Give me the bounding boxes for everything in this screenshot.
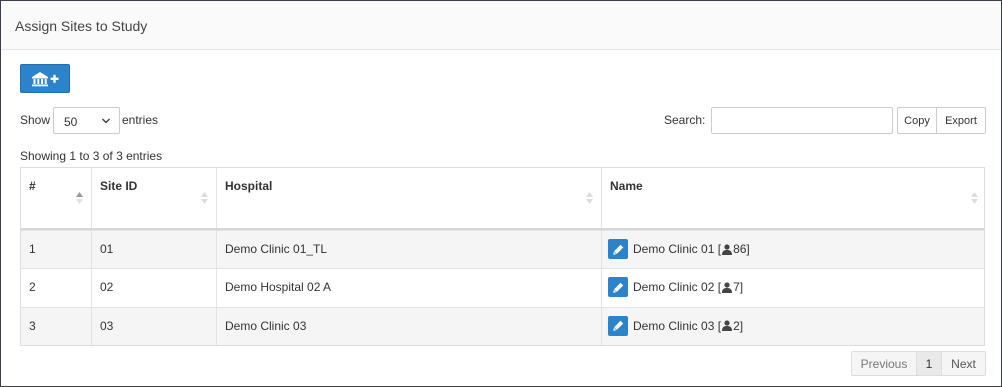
bank-plus-icon <box>32 71 59 86</box>
column-label: Name <box>610 179 643 193</box>
cell-text: 01 <box>100 242 114 256</box>
user-icon <box>722 243 733 255</box>
cell-name: Demo Clinic 03 [2] <box>602 308 986 345</box>
entries-label: entries <box>122 113 159 127</box>
cell-text: 02 <box>100 280 114 295</box>
table-header: # Site ID Hospital Name <box>21 168 984 230</box>
cell-name: Demo Clinic 02 [7] <box>602 269 986 306</box>
panel-header: Assign Sites to Study <box>1 1 1001 50</box>
search-input[interactable] <box>711 107 893 134</box>
user-icon <box>722 282 733 293</box>
user-count: 7] <box>733 280 744 295</box>
pencil-icon <box>612 320 623 331</box>
site-name: Demo Clinic 01 <box>633 242 715 256</box>
cell-hospital: Demo Clinic 03 <box>217 307 602 345</box>
sites-table: # Site ID Hospital Name 1 01 Demo Clinic… <box>20 167 985 346</box>
search-label: Search: <box>664 113 706 127</box>
export-button[interactable]: Export <box>936 107 986 134</box>
cell-number: 1 <box>21 231 92 269</box>
column-header-name[interactable]: Name <box>602 168 986 228</box>
panel-title: Assign Sites to Study <box>15 18 148 34</box>
sort-ascending-icon <box>76 192 83 204</box>
bracket-open: [ <box>717 280 722 295</box>
page-1-button[interactable]: 1 <box>916 351 942 376</box>
edit-button[interactable] <box>608 277 628 298</box>
entries-selected-value: 50 <box>64 115 78 129</box>
column-header-site-id[interactable]: Site ID <box>92 168 217 228</box>
column-header-number[interactable]: # <box>21 168 92 228</box>
cell-hospital: Demo Hospital 02 A <box>217 269 602 307</box>
table-row: 2 02 Demo Hospital 02 A Demo Clinic 02 [… <box>21 268 986 307</box>
cell-text: 1 <box>29 242 36 256</box>
cell-site-id: 01 <box>92 231 217 269</box>
column-label: Site ID <box>100 179 138 193</box>
edit-button[interactable] <box>608 315 628 336</box>
user-count: 2] <box>733 318 744 333</box>
user-count: 86] <box>733 242 750 256</box>
bracket-open: [ <box>717 242 722 256</box>
column-header-hospital[interactable]: Hospital <box>217 168 602 228</box>
show-label: Show <box>20 113 51 127</box>
cell-text: Demo Clinic 01_TL <box>225 242 328 256</box>
name-cell-content: Demo Clinic 02 [7] <box>608 277 744 298</box>
previous-page-button[interactable]: Previous <box>851 351 917 376</box>
copy-button[interactable]: Copy <box>897 107 937 134</box>
cell-text: Demo Hospital 02 A <box>225 280 332 295</box>
column-label: # <box>29 179 36 193</box>
edit-button[interactable] <box>608 239 628 259</box>
site-name: Demo Clinic 02 <box>633 280 715 295</box>
pencil-icon <box>612 282 623 293</box>
cell-number: 3 <box>21 307 92 345</box>
sort-icon <box>586 192 593 204</box>
bracket-open: [ <box>717 318 722 333</box>
cell-hospital: Demo Clinic 01_TL <box>217 231 602 269</box>
cell-text: Demo Clinic 03 <box>225 318 307 333</box>
table-info: Showing 1 to 3 of 3 entries <box>20 149 163 163</box>
user-icon <box>722 320 733 332</box>
site-name: Demo Clinic 03 <box>633 318 715 333</box>
cell-site-id: 03 <box>92 307 217 345</box>
cell-site-id: 02 <box>92 269 217 307</box>
sort-icon <box>971 192 978 204</box>
cell-text: 03 <box>100 318 114 333</box>
column-label: Hospital <box>225 179 273 193</box>
cell-text: 3 <box>29 318 36 333</box>
name-cell-content: Demo Clinic 03 [2] <box>608 315 744 336</box>
table-row: 1 01 Demo Clinic 01_TL Demo Clinic 01 [8… <box>21 230 986 269</box>
table-row: 3 03 Demo Clinic 03 Demo Clinic 03 [2] <box>21 306 986 345</box>
name-cell-content: Demo Clinic 01 [86] <box>608 239 750 259</box>
sort-icon <box>201 192 208 204</box>
next-page-button[interactable]: Next <box>941 351 986 376</box>
entries-per-page-select[interactable]: 50 <box>53 107 120 134</box>
add-site-button[interactable] <box>20 64 70 93</box>
assign-sites-panel: Assign Sites to Study Show 50 entries Se… <box>0 0 1002 387</box>
cell-text: 2 <box>29 280 36 295</box>
cell-name: Demo Clinic 01 [86] <box>602 231 986 268</box>
pencil-icon <box>612 244 623 255</box>
chevron-down-icon <box>102 118 110 124</box>
cell-number: 2 <box>21 269 92 307</box>
